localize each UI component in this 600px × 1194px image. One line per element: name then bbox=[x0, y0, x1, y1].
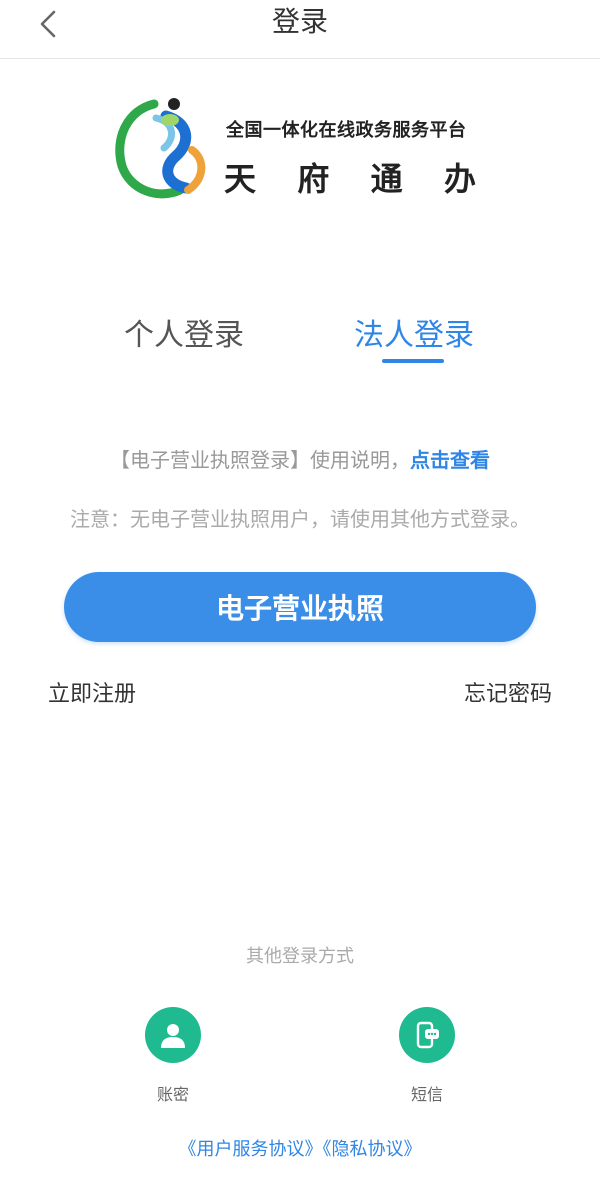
other-login-title: 其他登录方式 bbox=[246, 946, 354, 967]
view-instruction-link[interactable]: 点击查看 bbox=[410, 448, 490, 472]
account-login-label: 账密 bbox=[156, 1085, 189, 1104]
tab-personal-login[interactable]: 个人登录 bbox=[124, 314, 244, 358]
page-title: 登录 bbox=[271, 5, 328, 38]
tianfu-logo-icon bbox=[115, 98, 206, 199]
sms-login[interactable]: 短信 bbox=[387, 1007, 467, 1105]
header-bar: 登录 bbox=[0, 0, 600, 59]
platform-subtitle: 全国一体化在线政务服务平台 bbox=[226, 120, 467, 141]
active-tab-indicator bbox=[382, 359, 444, 363]
privacy-agreement-link[interactable]: 《隐私协议》 bbox=[323, 1139, 422, 1160]
user-service-agreement-link[interactable]: 《用户服务协议》 bbox=[179, 1139, 323, 1160]
account-password-login[interactable]: 账密 bbox=[133, 1007, 213, 1105]
user-icon bbox=[161, 1024, 185, 1048]
sms-login-label: 短信 bbox=[410, 1085, 443, 1104]
e-business-license-button[interactable]: 电子营业执照 bbox=[64, 572, 536, 642]
brand-char: 天 bbox=[224, 160, 257, 198]
instruction-text: 【电子营业执照登录】使用说明， bbox=[110, 448, 410, 472]
register-link[interactable]: 立即注册 bbox=[48, 676, 136, 708]
login-notice: 注意：无电子营业执照用户，请使用其他方式登录。 bbox=[70, 507, 530, 531]
brand-char: 办 bbox=[443, 160, 476, 198]
usage-instruction: 【电子营业执照登录】使用说明，点击查看 bbox=[0, 444, 600, 473]
sms-login-circle[interactable] bbox=[399, 1007, 455, 1063]
forgot-password-link[interactable]: 忘记密码 bbox=[464, 676, 552, 708]
tab-legal-login[interactable]: 法人登录 bbox=[354, 314, 474, 358]
agreement-links: 《用户服务协议》《隐私协议》 bbox=[0, 1135, 600, 1161]
brand-char: 通 bbox=[370, 160, 403, 198]
sms-icon bbox=[416, 1021, 439, 1049]
brand-char: 府 bbox=[297, 160, 330, 198]
brand-name: 天 府 通 办 bbox=[224, 154, 476, 200]
account-login-circle[interactable] bbox=[145, 1007, 201, 1063]
